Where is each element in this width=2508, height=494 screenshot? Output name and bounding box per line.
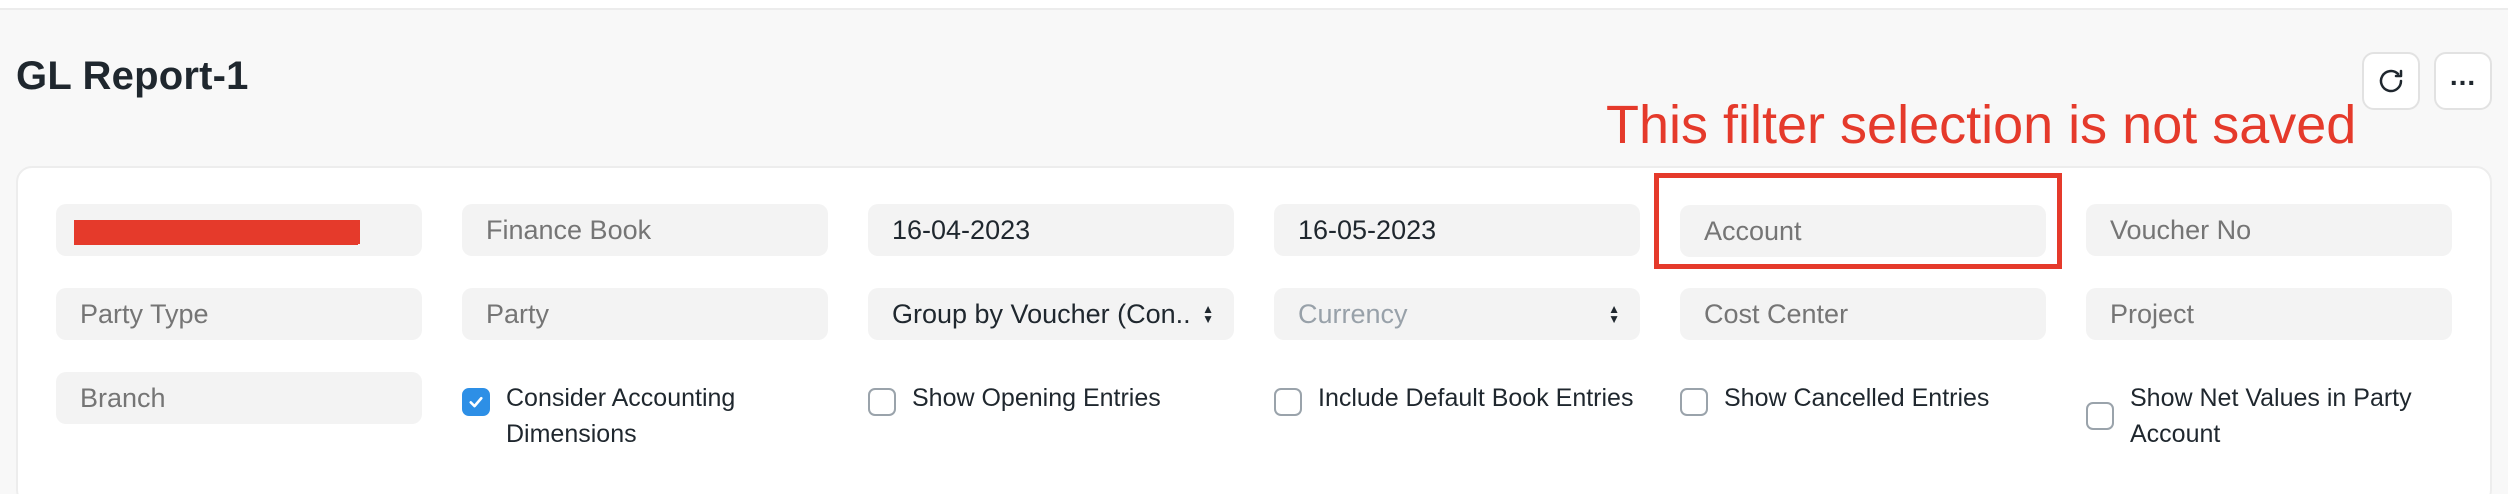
more-actions-button[interactable]: ... bbox=[2434, 52, 2492, 110]
currency-select[interactable]: Currency ▲ ▼ bbox=[1274, 288, 1640, 340]
project-input[interactable] bbox=[2086, 288, 2452, 340]
group-by-value: Group by Voucher (Con... bbox=[892, 298, 1192, 329]
select-chevron-icon: ▲ ▼ bbox=[1608, 302, 1620, 326]
show-opening-entries-option[interactable]: Show Opening Entries bbox=[868, 380, 1161, 416]
account-input[interactable] bbox=[1680, 205, 2046, 257]
finance-book-input[interactable] bbox=[462, 204, 828, 256]
party-input[interactable] bbox=[462, 288, 828, 340]
show-cancelled-entries-option[interactable]: Show Cancelled Entries bbox=[1680, 380, 1989, 416]
show-cancelled-entries-checkbox[interactable] bbox=[1680, 388, 1708, 416]
consider-accounting-dimensions-label: Consider Accounting Dimensions bbox=[506, 380, 735, 452]
select-chevron-icon: ▲ ▼ bbox=[1202, 302, 1214, 326]
label-line: Consider Accounting bbox=[506, 384, 736, 412]
refresh-button[interactable] bbox=[2362, 52, 2420, 110]
show-cancelled-entries-label: Show Cancelled Entries bbox=[1724, 384, 1990, 412]
include-default-book-entries-label: Include Default Book Entries bbox=[1318, 384, 1634, 412]
redaction-mark-line bbox=[74, 242, 358, 245]
more-icon: ... bbox=[2449, 60, 2477, 91]
label-line: Dimensions bbox=[506, 420, 637, 448]
top-navbar bbox=[0, 0, 2508, 10]
from-date-input[interactable]: 16-04-2023 bbox=[868, 204, 1234, 256]
to-date-input[interactable]: 16-05-2023 bbox=[1274, 204, 1640, 256]
report-page: GL Report-1 ... This filter selection is… bbox=[0, 0, 2508, 494]
party-type-input[interactable] bbox=[56, 288, 422, 340]
show-net-values-checkbox[interactable] bbox=[2086, 402, 2114, 430]
show-opening-entries-checkbox[interactable] bbox=[868, 388, 896, 416]
refresh-icon bbox=[2379, 69, 2403, 93]
label-line: Account bbox=[2130, 420, 2221, 448]
include-default-book-entries-option[interactable]: Include Default Book Entries bbox=[1274, 380, 1633, 416]
page-title: GL Report-1 bbox=[16, 54, 249, 98]
group-by-select[interactable]: Group by Voucher (Con... ▲ ▼ bbox=[868, 288, 1234, 340]
currency-placeholder: Currency bbox=[1298, 298, 1408, 329]
consider-accounting-dimensions-option[interactable]: Consider Accounting Dimensions bbox=[462, 380, 735, 452]
include-default-book-entries-checkbox[interactable] bbox=[1274, 388, 1302, 416]
redaction-mark bbox=[74, 220, 360, 244]
show-net-values-option[interactable]: Show Net Values in Party Account bbox=[2086, 380, 2412, 452]
show-net-values-label: Show Net Values in Party Account bbox=[2130, 380, 2412, 452]
label-line: Show Net Values in Party bbox=[2130, 384, 2412, 412]
consider-accounting-dimensions-checkbox[interactable] bbox=[462, 388, 490, 416]
voucher-no-input[interactable] bbox=[2086, 204, 2452, 256]
checkmark-icon bbox=[469, 396, 483, 408]
annotation-note: This filter selection is not saved bbox=[1606, 95, 2357, 155]
show-opening-entries-label: Show Opening Entries bbox=[912, 384, 1161, 412]
branch-input[interactable] bbox=[56, 372, 422, 424]
cost-center-input[interactable] bbox=[1680, 288, 2046, 340]
